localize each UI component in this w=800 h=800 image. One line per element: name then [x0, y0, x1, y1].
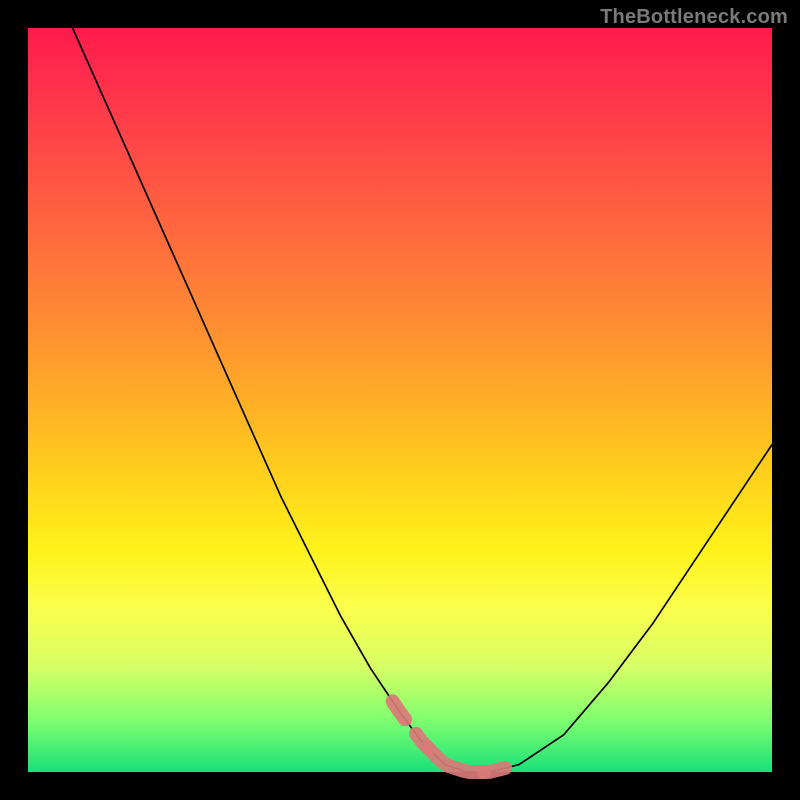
- chart-frame: [28, 28, 772, 772]
- optimal-range-marker-left: [393, 701, 428, 748]
- watermark-text: TheBottleneck.com: [600, 6, 788, 29]
- bottleneck-curve-line: [73, 28, 772, 772]
- bottleneck-plot: [28, 28, 772, 772]
- optimal-range-marker-flat: [428, 748, 484, 772]
